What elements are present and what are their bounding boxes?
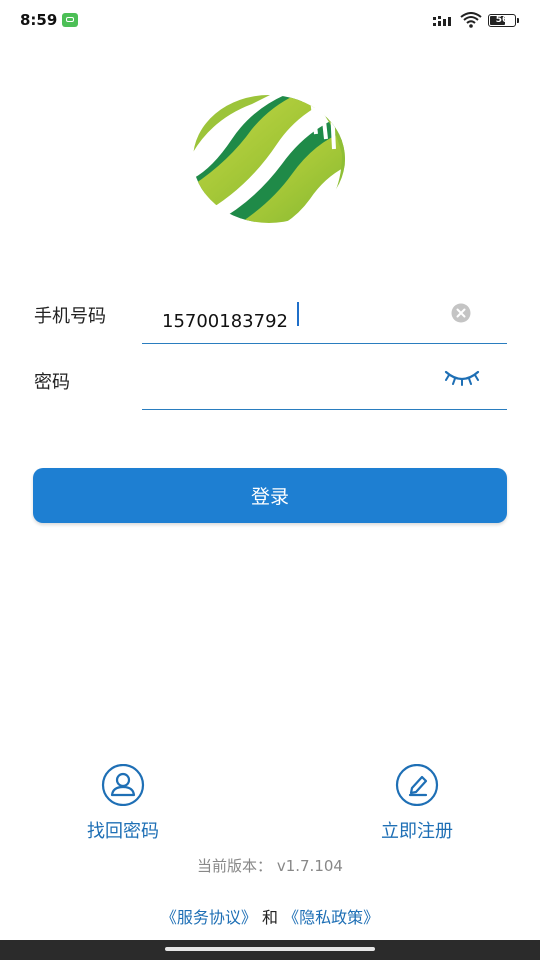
register-label: 立即注册 [381,821,453,842]
login-button[interactable]: 登录 [33,468,507,523]
battery-text: 56 [495,15,509,25]
agreements: 《服务协议》 和 《隐私政策》 [0,904,540,928]
register-button[interactable]: 立即注册 [357,764,477,843]
password-label: 密码 [34,372,70,393]
navigation-bar [0,940,540,960]
recover-password-button[interactable]: 找回密码 [63,764,183,843]
wifi-icon [460,12,482,28]
service-agreement-link[interactable]: 《服务协议》 [161,908,257,927]
eye-closed-icon[interactable] [443,366,481,388]
home-indicator[interactable] [165,947,375,951]
user-icon [101,764,145,806]
status-time: 8:59 [20,11,58,29]
status-bar: 8:59 56 [0,0,540,42]
phone-label: 手机号码 [34,306,106,327]
signal-icon [433,16,451,26]
app-notification-icon [62,13,78,27]
recover-password-label: 找回密码 [87,821,159,842]
agreements-conjunction: 和 [261,908,278,927]
green-globe-logo [193,95,345,223]
privacy-policy-link[interactable]: 《隐私政策》 [283,908,379,927]
text-caret [297,302,299,326]
battery-tip [517,18,519,23]
pencil-icon [395,764,439,806]
clear-circle-icon[interactable] [451,303,471,323]
version-text: 当前版本： v1.7.104 [197,857,343,875]
